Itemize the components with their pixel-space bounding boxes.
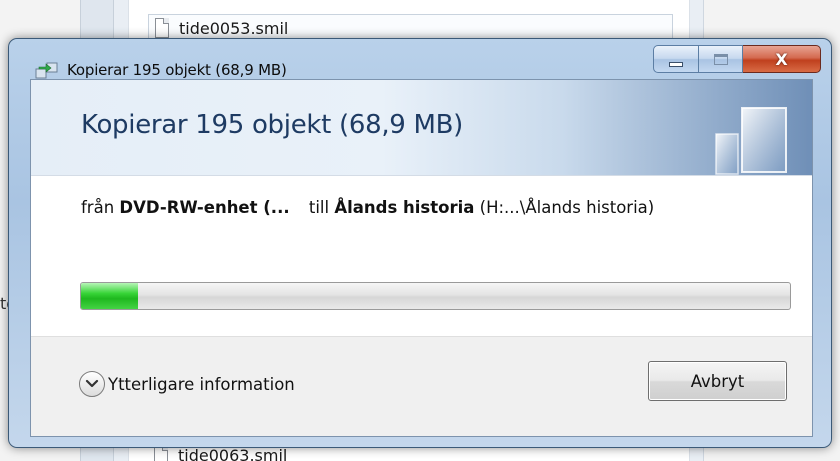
dialog-footer: Ytterligare information Avbryt <box>31 336 812 436</box>
dialog-heading: Kopierar 195 objekt (68,9 MB) <box>81 110 464 140</box>
dialog-header-band: Kopierar 195 objekt (68,9 MB) <box>31 80 812 176</box>
more-information-label: Ytterligare information <box>108 374 295 394</box>
window-caption-buttons: X <box>653 45 821 73</box>
minimize-button[interactable] <box>653 45 699 73</box>
minimize-icon <box>669 61 683 67</box>
destination-path: (H:...\Ålands historia) <box>479 198 655 217</box>
copy-source-destination: från DVD-RW-enhet (... till Ålands histo… <box>81 198 654 217</box>
close-icon: X <box>775 49 788 69</box>
close-button[interactable]: X <box>743 45 821 73</box>
maximize-button[interactable] <box>699 45 743 73</box>
to-label: till <box>308 198 330 217</box>
copy-progress-bar <box>80 282 791 310</box>
dialog-content: Kopierar 195 objekt (68,9 MB) från DVD-R… <box>30 79 813 437</box>
source-name[interactable]: DVD-RW-enhet (... <box>119 198 289 217</box>
file-icon <box>155 18 169 38</box>
more-information-toggle[interactable]: Ytterligare information <box>79 371 295 397</box>
progress-fill <box>81 283 138 309</box>
copy-arrow-icon <box>35 62 58 79</box>
dialog-titlebar[interactable]: Kopierar 195 objekt (68,9 MB) X <box>9 39 831 79</box>
copy-progress-dialog: Kopierar 195 objekt (68,9 MB) X Kopierar… <box>8 38 832 448</box>
from-label: från <box>81 198 115 217</box>
destination-name[interactable]: Ålands historia <box>334 198 474 217</box>
chevron-down-icon <box>79 371 105 397</box>
file-name: tide0053.smil <box>179 18 289 38</box>
cancel-button[interactable]: Avbryt <box>648 361 787 401</box>
dialog-title: Kopierar 195 objekt (68,9 MB) <box>67 61 287 79</box>
copy-documents-art-icon <box>715 107 787 175</box>
maximize-icon <box>713 53 728 65</box>
